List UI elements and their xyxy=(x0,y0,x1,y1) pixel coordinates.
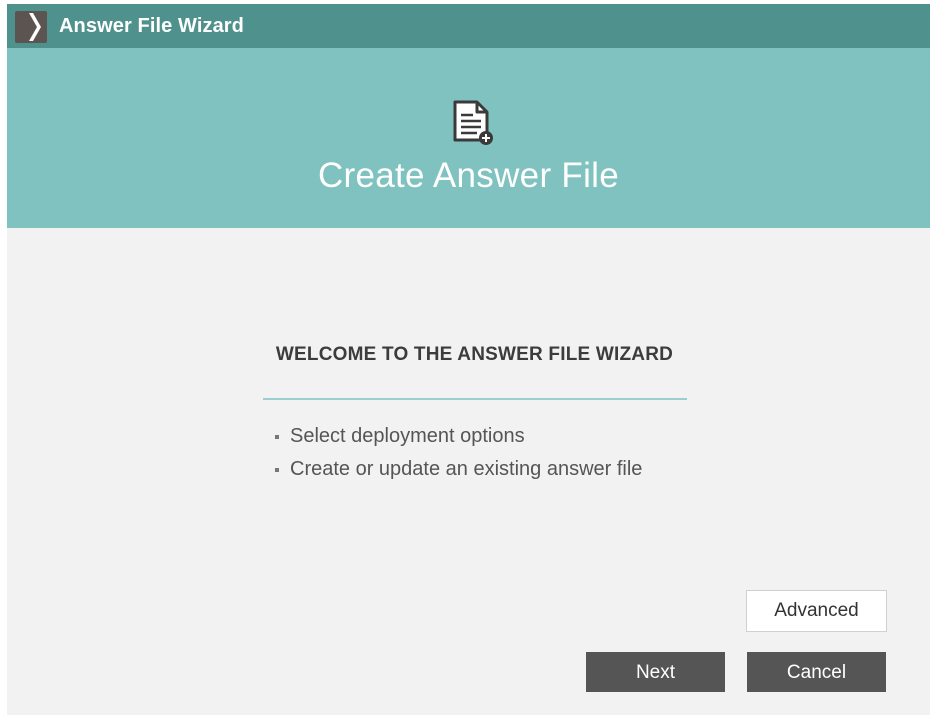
cancel-button[interactable]: Cancel xyxy=(747,652,886,692)
feature-list: Select deployment options Create or upda… xyxy=(275,420,642,486)
window-title: Answer File Wizard xyxy=(59,15,244,37)
chevron-logo-icon xyxy=(15,11,47,43)
welcome-heading: WELCOME TO THE ANSWER FILE WIZARD xyxy=(275,344,674,365)
wizard-window: Answer File Wizard Create Answer File WE… xyxy=(7,4,930,715)
bullet-icon xyxy=(275,434,279,439)
page-title: Create Answer File xyxy=(317,156,620,195)
divider xyxy=(263,398,687,400)
list-item-text: Select deployment options xyxy=(290,425,525,447)
title-bar: Answer File Wizard xyxy=(7,4,930,48)
document-add-icon xyxy=(453,100,493,145)
advanced-button[interactable]: Advanced xyxy=(746,590,887,632)
bullet-icon xyxy=(275,467,279,472)
list-item: Select deployment options xyxy=(275,420,642,453)
list-item: Create or update an existing answer file xyxy=(275,453,642,486)
wizard-content: WELCOME TO THE ANSWER FILE WIZARD Select… xyxy=(7,228,930,715)
header-banner: Create Answer File xyxy=(7,48,930,228)
list-item-text: Create or update an existing answer file xyxy=(290,458,643,480)
next-button[interactable]: Next xyxy=(586,652,725,692)
